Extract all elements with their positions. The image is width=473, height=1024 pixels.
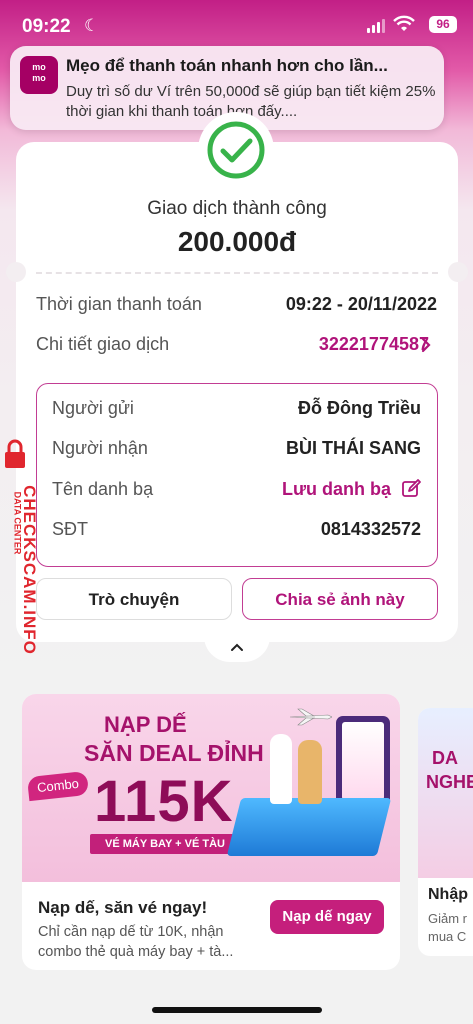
chat-button[interactable]: Trò chuyện xyxy=(36,578,232,620)
moon-icon: ☾ xyxy=(84,16,100,35)
promo-strip: VÉ MÁY BAY + VÉ TÀU xyxy=(90,834,240,854)
promo2-headline-1: DA xyxy=(432,748,458,768)
promo-description: Chỉ cần nạp dế từ 10K, nhận combo thẻ qu… xyxy=(38,924,234,960)
traveler-illustration xyxy=(270,734,292,804)
transaction-status: Giao dịch thành công xyxy=(147,198,327,219)
share-image-button[interactable]: Chia sẻ ảnh này xyxy=(242,578,438,620)
promo-headline-2: SĂN DEAL ĐỈNH xyxy=(84,740,264,766)
contact-name-label: Tên danh bạ xyxy=(52,479,154,499)
home-indicator[interactable] xyxy=(152,1007,322,1013)
sender-label: Người gửi xyxy=(52,398,134,418)
promo-headline-1: NẠP DẾ xyxy=(104,712,187,737)
lock-icon xyxy=(5,439,25,468)
payment-time-value: 09:22 - 20/11/2022 xyxy=(285,294,437,314)
promo-banner-image: NẠP DẾ SĂN DEAL ĐỈNH Combo 115K VÉ MÁY B… xyxy=(22,694,400,882)
collapse-toggle[interactable] xyxy=(204,636,270,662)
card-notch-right xyxy=(448,262,468,282)
battery-icon: 96 xyxy=(429,16,457,33)
receiver-value: BÙI THÁI SANG xyxy=(286,438,421,458)
wifi-icon xyxy=(393,15,415,31)
receiver-label: Người nhận xyxy=(52,438,148,458)
card-notch-left xyxy=(6,262,26,282)
promo-amount: 115K xyxy=(94,769,234,834)
edit-icon[interactable] xyxy=(400,478,422,500)
notification-title: Mẹo để thanh toán nhanh hơn cho lần... xyxy=(66,56,388,75)
check-circle-icon xyxy=(207,121,265,179)
save-contact-link[interactable]: Lưu danh bạ xyxy=(282,479,391,500)
combo-badge: Combo xyxy=(26,770,90,802)
dashed-divider xyxy=(36,272,438,274)
status-time: 09:22 xyxy=(22,16,71,37)
promo2-banner-image: DA NGHE xyxy=(418,708,473,878)
chevron-up-icon xyxy=(231,643,243,651)
promo-card[interactable]: NẠP DẾ SĂN DEAL ĐỈNH Combo 115K VÉ MÁY B… xyxy=(22,694,400,970)
phone-value: 0814332572 xyxy=(320,519,421,539)
watermark-subtext: DATA CENTER xyxy=(12,491,23,555)
status-bar: 09:22 ☾ 96 xyxy=(0,0,473,44)
promo-card-2[interactable]: DA NGHE Nhập Giảm r mua C xyxy=(418,708,473,956)
island-illustration xyxy=(226,798,392,856)
promo2-desc-1: Giảm r xyxy=(428,911,467,926)
signal-icon xyxy=(367,17,385,33)
airplane-icon xyxy=(289,708,332,726)
payment-time-label: Thời gian thanh toán xyxy=(36,294,202,314)
chevron-right-icon[interactable] xyxy=(421,337,431,353)
traveler-illustration-2 xyxy=(298,740,322,804)
transaction-detail-label: Chi tiết giao dịch xyxy=(36,334,170,354)
promo2-title: Nhập xyxy=(428,886,468,903)
sender-value: Đỗ Đông Triều xyxy=(298,398,421,418)
transaction-amount: 200.000đ xyxy=(177,226,297,257)
phone-label: SĐT xyxy=(52,519,88,539)
promo2-headline-2: NGHE xyxy=(426,772,473,792)
promo-title: Nạp dế, săn vé ngay! xyxy=(38,898,208,917)
topup-now-button[interactable]: Nạp dế ngay xyxy=(270,900,384,934)
promo2-desc-2: mua C xyxy=(428,929,467,944)
momo-logo: mo mo xyxy=(20,56,58,94)
transaction-id-link[interactable]: 32221774587 xyxy=(319,334,429,355)
phone-illustration xyxy=(336,716,390,808)
